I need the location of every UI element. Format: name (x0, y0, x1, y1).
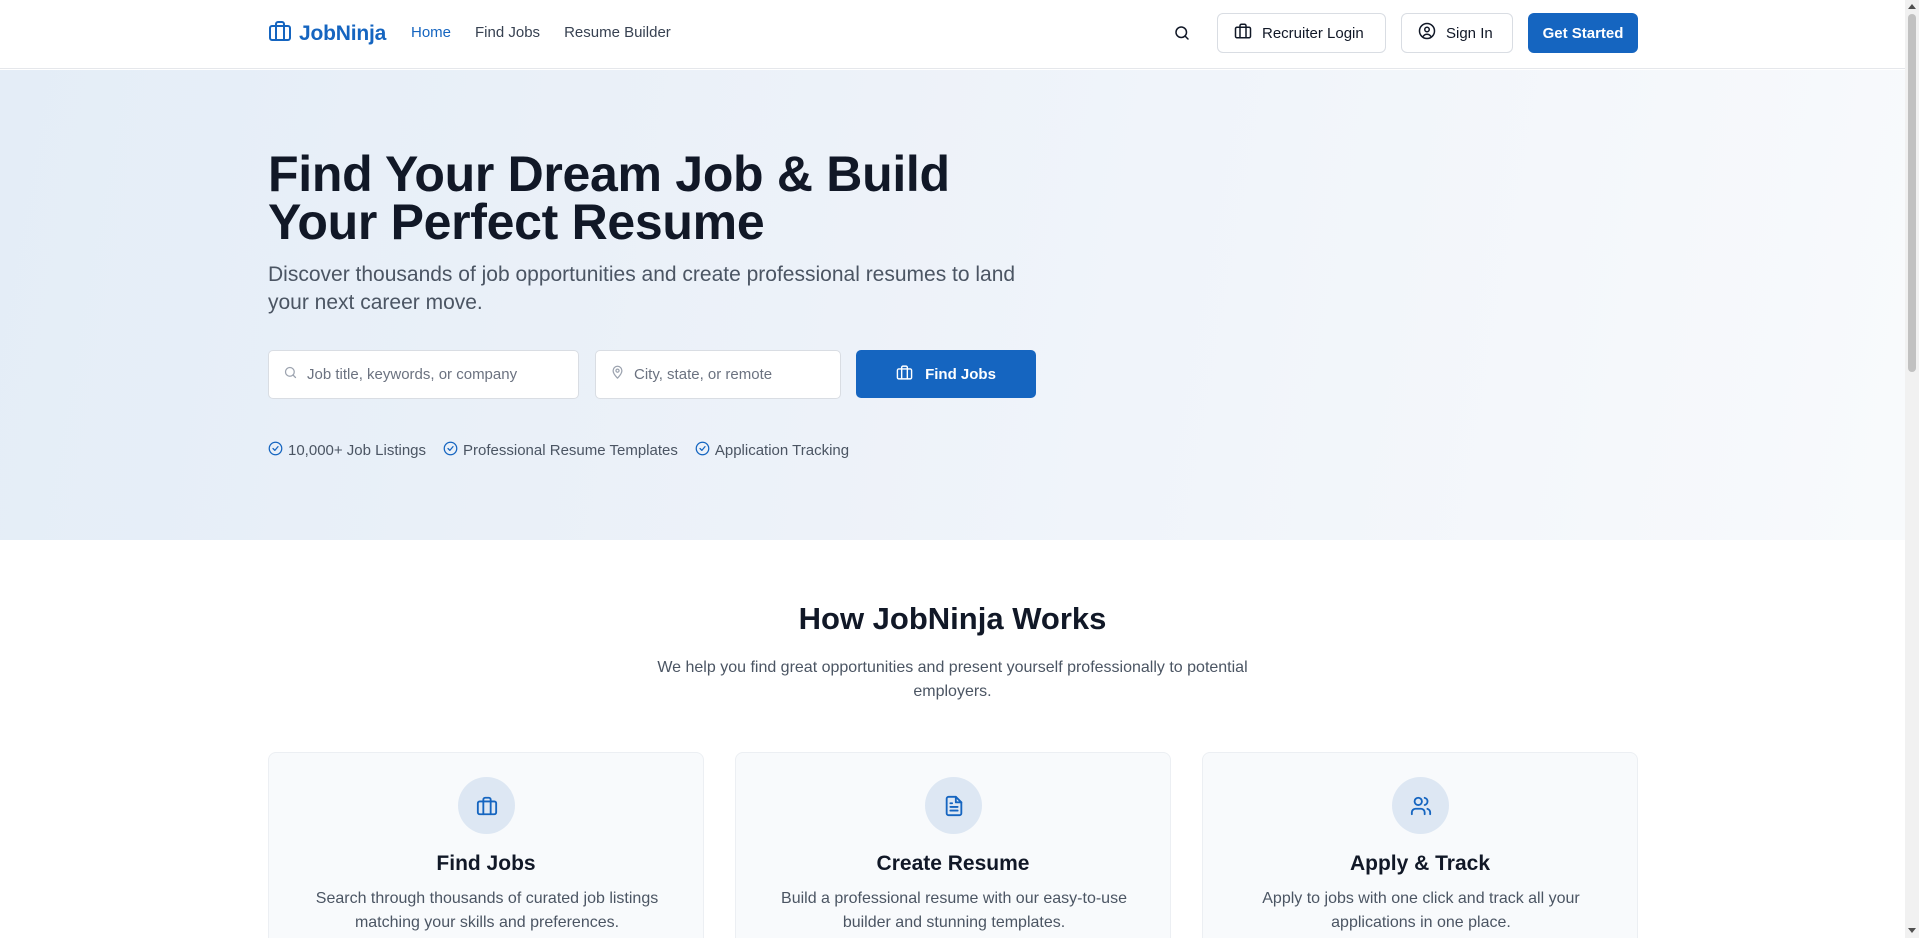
sign-in-button[interactable]: Sign In (1401, 13, 1513, 53)
briefcase-icon (458, 777, 515, 834)
job-search-input[interactable] (307, 366, 537, 383)
feature-item: 10,000+ Job Listings (268, 441, 426, 460)
card-title: Apply & Track (1349, 852, 1491, 875)
feature-list: 10,000+ Job Listings Professional Resume… (268, 441, 849, 460)
card-text: Build a professional resume with our eas… (781, 890, 1127, 931)
feature-card-find-jobs: Find Jobs Search through thousands of cu… (268, 752, 704, 938)
nav-find-jobs[interactable]: Find Jobs (475, 24, 540, 41)
logo[interactable]: JobNinja (268, 19, 386, 48)
check-circle-icon (268, 441, 283, 460)
check-circle-icon (443, 441, 458, 460)
nav-resume-builder[interactable]: Resume Builder (564, 24, 671, 41)
card-title: Create Resume (876, 852, 1030, 875)
find-jobs-label: Find Jobs (925, 365, 996, 383)
briefcase-icon (896, 364, 913, 385)
main-nav: Home Find Jobs Resume Builder (411, 24, 671, 41)
logo-text: JobNinja (299, 21, 387, 45)
how-it-works-title: How JobNinja Works (798, 601, 1107, 636)
hero-title: Find Your Dream Job & Build Your Perfect… (268, 146, 950, 250)
feature-item: Professional Resume Templates (443, 441, 678, 460)
how-it-works-subtitle: We help you find great opportunities and… (657, 659, 1248, 700)
users-icon (1392, 777, 1449, 834)
user-circle-icon (1418, 22, 1436, 44)
search-icon[interactable] (1170, 21, 1194, 45)
hero-section: Find Your Dream Job & Build Your Perfect… (0, 70, 1905, 540)
check-circle-icon (695, 441, 710, 460)
recruiter-login-label: Recruiter Login (1262, 24, 1364, 42)
document-icon (925, 777, 982, 834)
building-icon (1234, 22, 1252, 44)
briefcase-logo-icon (268, 19, 292, 48)
feature-label: 10,000+ Job Listings (288, 442, 427, 459)
map-pin-icon (610, 365, 625, 385)
location-input[interactable] (634, 366, 840, 383)
recruiter-login-button[interactable]: Recruiter Login (1217, 13, 1386, 53)
get-started-button[interactable]: Get Started (1528, 13, 1638, 53)
feature-label: Professional Resume Templates (463, 442, 678, 459)
hero-subtitle: Discover thousands of job opportunities … (268, 263, 1016, 314)
page-scrollbar[interactable] (1905, 0, 1919, 938)
search-icon (283, 365, 298, 385)
card-text: Search through thousands of curated job … (315, 890, 659, 931)
find-jobs-button[interactable]: Find Jobs (856, 350, 1036, 398)
sign-in-label: Sign In (1446, 24, 1493, 42)
feature-card-create-resume: Create Resume Build a professional resum… (735, 752, 1171, 938)
scroll-down-arrow-icon[interactable] (1908, 928, 1916, 933)
job-search-field[interactable] (268, 350, 579, 399)
feature-label: Application Tracking (714, 442, 850, 459)
nav-home[interactable]: Home (411, 24, 451, 41)
card-title: Find Jobs (436, 852, 536, 875)
card-text: Apply to jobs with one click and track a… (1262, 890, 1580, 931)
scrollbar-thumb[interactable] (1908, 14, 1916, 372)
feature-card-apply-track: Apply & Track Apply to jobs with one cli… (1202, 752, 1638, 938)
feature-item: Application Tracking (695, 441, 849, 460)
site-header: JobNinja Home Find Jobs Resume Builder R… (0, 0, 1905, 69)
scroll-up-arrow-icon[interactable] (1908, 4, 1916, 9)
location-field[interactable] (595, 350, 841, 399)
